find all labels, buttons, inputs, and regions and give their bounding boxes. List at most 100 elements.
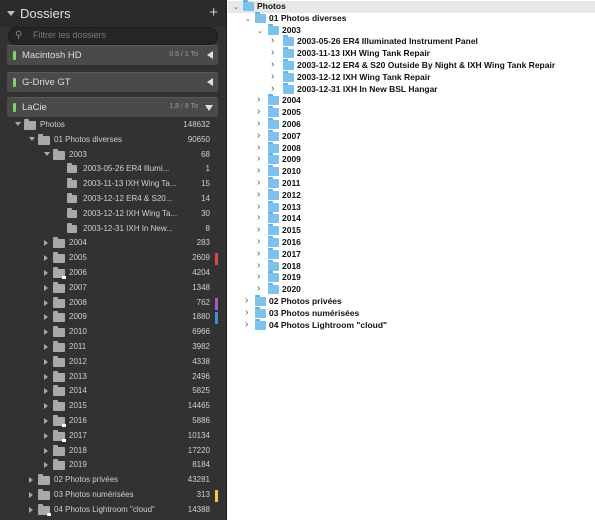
- finder-row[interactable]: › 2006: [228, 118, 595, 131]
- finder-row[interactable]: › 2011: [228, 177, 595, 190]
- disclosure-closed-icon[interactable]: ›: [257, 130, 260, 141]
- folder-row[interactable]: 2015 14465: [7, 399, 218, 414]
- disclosure-open-icon[interactable]: [44, 151, 50, 156]
- finder-row[interactable]: › 2019: [228, 271, 595, 284]
- folder-row-leaf[interactable]: 2003-12-12 ER4 & S20... 14: [7, 192, 218, 207]
- folder-row[interactable]: 2003 68: [7, 148, 218, 163]
- disclosure-closed-icon[interactable]: ›: [257, 283, 260, 294]
- folder-row[interactable]: 2005 2609: [7, 251, 218, 266]
- finder-row[interactable]: ⌄ Photos: [228, 0, 595, 13]
- folder-row-leaf[interactable]: 2003-11-13 IXH Wing Ta... 15: [7, 177, 218, 192]
- disclosure-open-icon[interactable]: ⌄: [245, 15, 251, 23]
- disclosure-closed-icon[interactable]: ›: [257, 248, 260, 259]
- disclosure-closed-icon[interactable]: ›: [257, 271, 260, 282]
- finder-row[interactable]: › 2007: [228, 129, 595, 143]
- finder-row[interactable]: › 2003-12-12 IXH Wing Tank Repair: [228, 70, 595, 84]
- disclosure-closed-icon[interactable]: ›: [257, 118, 260, 129]
- folder-row[interactable]: 2007 1348: [7, 281, 218, 296]
- finder-row[interactable]: › 04 Photos Lightroom "cloud": [228, 318, 595, 332]
- folder-row[interactable]: 03 Photos numérisées 313: [7, 488, 218, 503]
- volume-row[interactable]: Macintosh HD 0,5 / 1 To: [7, 45, 218, 65]
- disclosure-closed-icon[interactable]: ›: [245, 295, 248, 306]
- folder-row[interactable]: 2019 8184: [7, 458, 218, 473]
- disclosure-open-icon[interactable]: ⌄: [233, 3, 239, 11]
- disclosure-closed-icon[interactable]: ›: [257, 153, 260, 164]
- folder-row[interactable]: 2014 5825: [7, 384, 218, 399]
- disclosure-closed-icon[interactable]: [44, 447, 48, 454]
- disclosure-closed-icon[interactable]: ›: [257, 165, 260, 176]
- finder-row[interactable]: › 2015: [228, 224, 595, 237]
- finder-row[interactable]: › 2020: [228, 283, 595, 296]
- disclosure-open-icon[interactable]: ⌄: [257, 27, 263, 35]
- disclosure-closed-icon[interactable]: ›: [271, 47, 274, 58]
- disclosure-closed-icon[interactable]: [44, 329, 48, 336]
- disclosure-closed-icon[interactable]: ›: [257, 224, 260, 235]
- disclosure-closed-icon[interactable]: ›: [271, 35, 274, 46]
- disclosure-closed-icon[interactable]: [29, 492, 33, 498]
- disclosure-closed-icon[interactable]: ›: [257, 142, 260, 153]
- finder-row[interactable]: › 2018: [228, 259, 595, 273]
- folder-row[interactable]: 2017 10134: [7, 429, 218, 444]
- disclosure-closed-icon[interactable]: [44, 299, 48, 306]
- disclosure-closed-icon[interactable]: ›: [257, 260, 260, 271]
- finder-row[interactable]: › 2005: [228, 106, 595, 119]
- disclosure-closed-icon[interactable]: [44, 418, 48, 424]
- finder-row[interactable]: › 2008: [228, 141, 595, 155]
- folders-panel-header[interactable]: Dossiers +: [0, 0, 226, 27]
- disclosure-closed-icon[interactable]: ›: [245, 319, 248, 330]
- finder-row[interactable]: › 2017: [228, 247, 595, 261]
- folder-row[interactable]: 2004 283: [7, 236, 218, 251]
- volume-row[interactable]: LaCie 1,8 / 8 To: [7, 97, 218, 117]
- disclosure-closed-icon[interactable]: ›: [257, 236, 260, 247]
- folder-row[interactable]: 2008 762: [7, 296, 218, 311]
- finder-row[interactable]: › 2012: [228, 188, 595, 202]
- disclosure-closed-icon[interactable]: [44, 270, 48, 276]
- finder-row[interactable]: › 2003-12-31 IXH In New BSL Hangar: [228, 82, 595, 96]
- finder-row[interactable]: › 2009: [228, 153, 595, 166]
- disclosure-closed-icon[interactable]: [44, 462, 48, 469]
- disclosure-closed-icon[interactable]: [44, 358, 48, 365]
- disclosure-closed-icon[interactable]: [44, 403, 48, 410]
- disclosure-closed-icon[interactable]: [44, 432, 48, 439]
- disclosure-closed-icon[interactable]: ›: [257, 189, 260, 200]
- finder-row[interactable]: › 03 Photos numérisées: [228, 306, 595, 320]
- finder-row[interactable]: › 2016: [228, 236, 595, 249]
- finder-row[interactable]: › 2013: [228, 200, 595, 214]
- disclosure-closed-icon[interactable]: [44, 344, 48, 350]
- disclosure-closed-icon[interactable]: [44, 388, 48, 395]
- folder-row-leaf[interactable]: 2003-12-31 IXH In New... 8: [7, 222, 218, 237]
- disclosure-closed-icon[interactable]: ›: [257, 201, 260, 212]
- disclosure-open-icon[interactable]: [29, 136, 35, 141]
- folder-row[interactable]: 2006 4204: [7, 266, 218, 281]
- disclosure-closed-icon[interactable]: ›: [257, 177, 260, 188]
- folder-row[interactable]: 2009 1880: [7, 310, 218, 325]
- disclosure-closed-icon[interactable]: [44, 240, 48, 247]
- folder-row[interactable]: 04 Photos Lightroom "cloud" 14388: [7, 503, 218, 518]
- finder-row[interactable]: › 2010: [228, 165, 595, 178]
- disclosure-closed-icon[interactable]: ›: [257, 106, 260, 117]
- disclosure-left-icon[interactable]: [207, 78, 213, 86]
- disclosure-closed-icon[interactable]: ›: [271, 83, 274, 94]
- folder-row[interactable]: 2012 4338: [7, 355, 218, 370]
- finder-row[interactable]: › 2014: [228, 212, 595, 225]
- add-folder-button[interactable]: +: [209, 4, 218, 21]
- disclosure-closed-icon[interactable]: ›: [257, 212, 260, 223]
- volume-row[interactable]: G-Drive GT: [7, 72, 218, 92]
- folder-row[interactable]: 2011 3982: [7, 340, 218, 355]
- folder-row[interactable]: 2013 2496: [7, 370, 218, 385]
- disclosure-closed-icon[interactable]: ›: [271, 59, 274, 70]
- disclosure-closed-icon[interactable]: [44, 284, 48, 291]
- disclosure-down-icon[interactable]: [205, 105, 213, 111]
- folder-row[interactable]: 01 Photos diverses 90650: [7, 133, 218, 148]
- disclosure-closed-icon[interactable]: [44, 255, 48, 262]
- folder-row[interactable]: 2018 17220: [7, 444, 218, 459]
- folder-row-leaf[interactable]: 2003-05-26 ER4 Illumi... 1: [7, 162, 218, 177]
- folder-filter-input[interactable]: ⚲ Filtrer les dossiers: [8, 27, 218, 45]
- folder-row[interactable]: 2016 5886: [7, 414, 218, 429]
- disclosure-closed-icon[interactable]: [44, 373, 48, 380]
- disclosure-closed-icon[interactable]: ›: [271, 71, 274, 82]
- collapse-triangle-icon[interactable]: [7, 11, 15, 16]
- disclosure-closed-icon[interactable]: [29, 477, 33, 484]
- disclosure-open-icon[interactable]: [15, 122, 21, 126]
- disclosure-closed-icon[interactable]: [29, 506, 33, 513]
